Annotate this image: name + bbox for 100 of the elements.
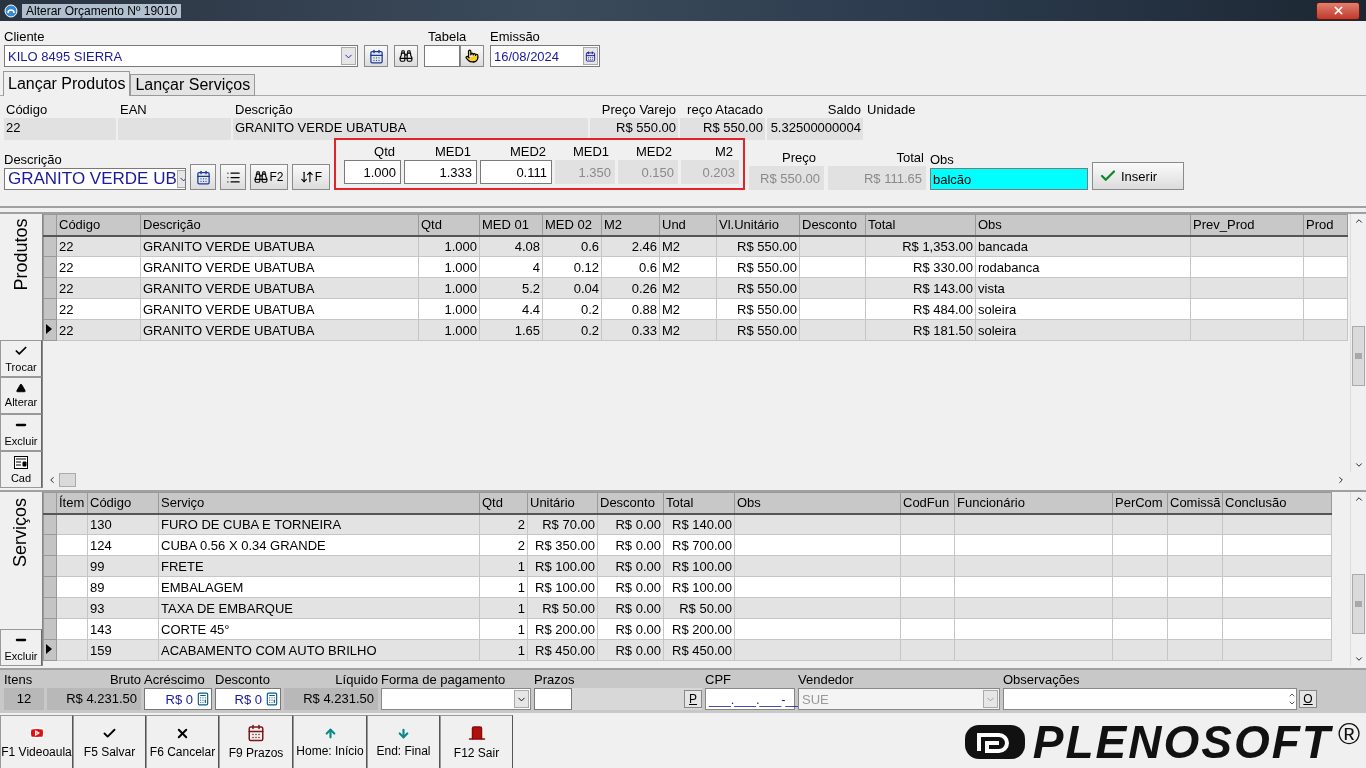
table-cell: GRANITO VERDE UBATUBA: [140, 319, 419, 341]
money-field[interactable]: R$ 0: [144, 688, 212, 710]
input-field[interactable]: 0.111: [480, 160, 552, 184]
o-button[interactable]: O: [1299, 690, 1317, 708]
side-button[interactable]: Excluir: [0, 414, 42, 451]
side-button[interactable]: Excluir: [0, 629, 42, 666]
notes-field[interactable]: [1003, 688, 1297, 710]
column-header: MED 01: [479, 214, 543, 236]
row-pointer-icon: [44, 642, 54, 655]
function-button[interactable]: F9 Prazos: [219, 715, 293, 768]
field-label: Código: [5, 102, 49, 117]
table-cell: bancada: [975, 235, 1191, 257]
calendar-icon: [585, 50, 596, 62]
swap-icon: [299, 170, 314, 184]
column-header: Comissã: [1167, 492, 1223, 514]
function-button[interactable]: F1 Videoaula: [0, 715, 73, 768]
field-label: EAN: [119, 102, 148, 117]
table-cell: rodabanca: [975, 256, 1191, 278]
field-label: CPF: [705, 672, 732, 687]
tab[interactable]: Lançar Serviços: [130, 74, 256, 96]
column-header: Código: [56, 214, 141, 236]
scroll-left-icon: [47, 475, 57, 485]
column-header: Desconto: [799, 214, 866, 236]
toolbar-button[interactable]: F: [292, 164, 330, 190]
scroll-thumb: [59, 473, 76, 487]
check-icon: [14, 344, 28, 358]
calendar-icon: [247, 724, 265, 742]
field-label: MED1: [434, 144, 472, 159]
table-cell: CORTE 45°: [158, 618, 480, 640]
column-header: Unitário: [527, 492, 598, 514]
table-cell: GRANITO VERDE UBATUBA: [140, 256, 419, 278]
table-cell: vista: [975, 277, 1191, 299]
close-button[interactable]: [1316, 1, 1360, 20]
column-header: M2: [601, 214, 660, 236]
column-header: Prev_Prod: [1190, 214, 1304, 236]
table-field[interactable]: [424, 45, 460, 67]
video-icon: [28, 725, 45, 741]
function-button[interactable]: F6 Cancelar: [146, 715, 219, 768]
toolbar-button[interactable]: [190, 164, 216, 190]
column-header: Funcionário: [954, 492, 1113, 514]
column-header: Total: [663, 492, 735, 514]
field-label: Itens: [4, 672, 34, 687]
column-header: Serviço: [158, 492, 480, 514]
client-combo[interactable]: KILO 8495 SIERRA: [4, 45, 358, 67]
table-cell: GRANITO VERDE UBATUBA: [140, 235, 419, 257]
date-field[interactable]: 16/08/2024: [490, 45, 600, 67]
description-combo[interactable]: GRANITO VERDE UB: [4, 168, 186, 190]
column-header: Total: [865, 214, 976, 236]
toolbar-button[interactable]: [220, 164, 246, 190]
input-field[interactable]: 1.333: [404, 160, 477, 184]
field-label: Forma de pagamento: [381, 672, 507, 687]
field-label: MED2: [635, 144, 673, 159]
scroll-down-icon: [1353, 460, 1364, 470]
field-label: Vendedor: [798, 672, 855, 687]
column-header: CodFun: [900, 492, 955, 514]
field-value: 12: [4, 688, 44, 710]
money-field[interactable]: R$ 0: [215, 688, 281, 710]
side-button[interactable]: Cad: [0, 451, 42, 488]
input-field[interactable]: 1.000: [344, 160, 401, 184]
field-label: Total: [896, 150, 925, 165]
function-button[interactable]: F5 Salvar: [73, 715, 146, 768]
table-cell: soleira: [975, 298, 1191, 320]
app-icon: [4, 3, 18, 18]
p-button[interactable]: P: [684, 690, 702, 708]
pointer-button[interactable]: [460, 45, 484, 67]
input-field[interactable]: balcão: [930, 168, 1088, 190]
side-button[interactable]: Alterar: [0, 377, 42, 414]
column-header: MED 02: [542, 214, 602, 236]
calendar-icon: [195, 169, 211, 185]
scroll-right-icon: [1336, 475, 1346, 485]
calculator-icon: [196, 692, 210, 706]
scroll-up-icon: [1353, 216, 1364, 226]
field-value: R$ 550.00: [680, 118, 765, 140]
up-arrow-icon: [323, 726, 337, 740]
input-field[interactable]: [534, 688, 572, 710]
function-button[interactable]: Home: Início: [293, 715, 367, 768]
column-header: Descrição: [140, 214, 419, 236]
row-pointer-icon: [44, 322, 54, 335]
tab[interactable]: Lançar Produtos: [3, 71, 131, 96]
toolbar-button[interactable]: F2: [250, 164, 288, 190]
column-header: Qtd: [479, 492, 528, 514]
column-header: Desconto: [597, 492, 664, 514]
insert-button[interactable]: Inserir: [1092, 162, 1184, 190]
field-label: Saldo: [826, 102, 862, 117]
list-icon: [225, 169, 241, 185]
field-label: reço Atacado: [686, 102, 764, 117]
field-label: Acréscimo: [144, 672, 206, 687]
field-value: 22: [4, 118, 116, 140]
scroll-up-icon: [1353, 494, 1364, 504]
function-button[interactable]: F12 Sair: [440, 715, 513, 768]
calendar-button[interactable]: [364, 45, 388, 67]
payment-combo[interactable]: [381, 688, 531, 710]
side-button[interactable]: Trocar: [0, 340, 42, 377]
table-cell: EMBALAGEM: [158, 576, 480, 598]
search-button[interactable]: [394, 45, 418, 67]
window-title: Alterar Orçamento Nº 19010: [22, 3, 182, 18]
column-header: Conclusão: [1222, 492, 1332, 514]
field-label: Observações: [1003, 672, 1081, 687]
table-cell: CUBA 0.56 X 0.34 GRANDE: [158, 534, 480, 556]
function-button[interactable]: End: Final: [367, 715, 440, 768]
